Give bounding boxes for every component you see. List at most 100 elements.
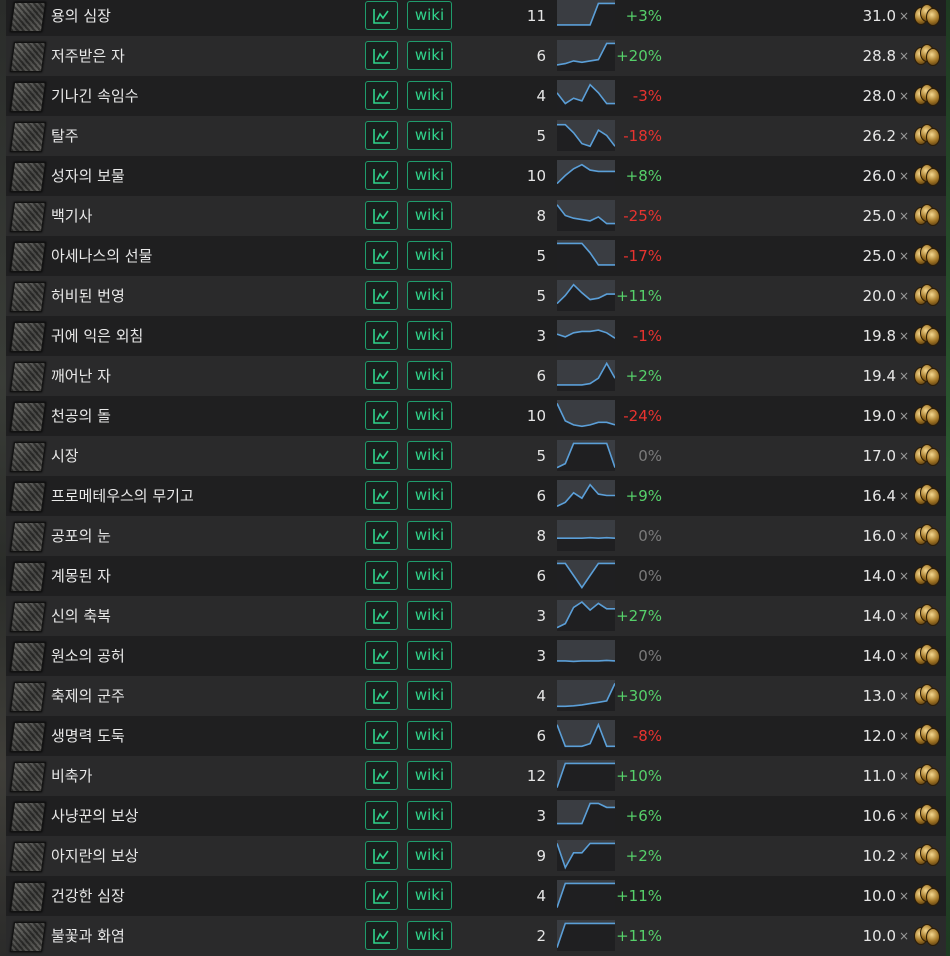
price-history-button[interactable]	[365, 921, 398, 950]
item-name[interactable]: 계몽된 자	[51, 556, 111, 596]
sparkline	[557, 400, 615, 431]
wiki-button[interactable]: wiki	[407, 721, 452, 750]
item-name[interactable]: 아지란의 보상	[51, 836, 139, 876]
item-name[interactable]: 비축가	[51, 756, 92, 796]
sparkline-area	[557, 883, 615, 911]
chaos-price: 26.2	[862, 127, 896, 145]
item-name[interactable]: 사냥꾼의 보상	[51, 796, 139, 836]
item-name[interactable]: 저주받은 자	[51, 36, 125, 76]
wiki-button[interactable]: wiki	[407, 921, 452, 950]
wiki-button[interactable]: wiki	[407, 441, 452, 470]
sparkline	[557, 560, 615, 591]
item-name[interactable]: 천공의 돌	[51, 396, 111, 436]
price-history-button[interactable]	[365, 761, 398, 790]
price-change: -3%	[632, 87, 662, 105]
item-name[interactable]: 백기사	[51, 196, 92, 236]
item-name[interactable]: 생명력 도둑	[51, 716, 125, 756]
item-name[interactable]: 귀에 익은 외침	[51, 316, 143, 356]
wiki-button[interactable]: wiki	[407, 521, 452, 550]
wiki-button[interactable]: wiki	[407, 41, 452, 70]
price-history-button[interactable]	[365, 521, 398, 550]
table-row: 백기사 wiki 8 -25% 25.0 ×	[6, 196, 946, 236]
price-history-button[interactable]	[365, 361, 398, 390]
item-name[interactable]: 건강한 심장	[51, 876, 125, 916]
price-history-button[interactable]	[365, 41, 398, 70]
price-history-button[interactable]	[365, 161, 398, 190]
price-history-button[interactable]	[365, 321, 398, 350]
price-history-button[interactable]	[365, 881, 398, 910]
item-name[interactable]: 성자의 보물	[51, 156, 125, 196]
price-change: +2%	[625, 847, 662, 865]
price-history-button[interactable]	[365, 561, 398, 590]
chaos-orb-icon	[913, 363, 940, 389]
table-row: 아세나스의 선물 wiki 5 -17% 25.0 ×	[6, 236, 946, 276]
divination-card-icon	[9, 2, 47, 32]
price-history-button[interactable]	[365, 841, 398, 870]
price-history-button[interactable]	[365, 441, 398, 470]
listing-count: 5	[536, 447, 546, 465]
price-history-button[interactable]	[365, 801, 398, 830]
wiki-button[interactable]: wiki	[407, 561, 452, 590]
table-row: 허비된 번영 wiki 5 +11% 20.0 ×	[6, 276, 946, 316]
item-name[interactable]: 시장	[51, 436, 79, 476]
line-chart-icon	[372, 89, 390, 104]
listing-count: 3	[536, 327, 546, 345]
item-name[interactable]: 깨어난 자	[51, 356, 111, 396]
price-history-button[interactable]	[365, 401, 398, 430]
chaos-price: 10.6	[862, 807, 896, 825]
listing-count: 6	[536, 367, 546, 385]
chaos-orb-icon	[913, 163, 940, 189]
price-history-button[interactable]	[365, 281, 398, 310]
item-name[interactable]: 신의 축복	[51, 596, 111, 636]
price-history-button[interactable]	[365, 641, 398, 670]
wiki-button[interactable]: wiki	[407, 121, 452, 150]
price-history-button[interactable]	[365, 121, 398, 150]
wiki-button[interactable]: wiki	[407, 841, 452, 870]
listing-count: 5	[536, 247, 546, 265]
wiki-button[interactable]: wiki	[407, 81, 452, 110]
item-name[interactable]: 프로메테우스의 무기고	[51, 476, 194, 516]
price-history-button[interactable]	[365, 721, 398, 750]
divination-card-icon	[9, 562, 47, 592]
wiki-button[interactable]: wiki	[407, 321, 452, 350]
item-name[interactable]: 탈주	[51, 116, 79, 156]
item-name[interactable]: 용의 심장	[51, 0, 111, 36]
wiki-button[interactable]: wiki	[407, 881, 452, 910]
wiki-button[interactable]: wiki	[407, 401, 452, 430]
price-history-button[interactable]	[365, 81, 398, 110]
wiki-button[interactable]: wiki	[407, 201, 452, 230]
table-row: 신의 축복 wiki 3 +27% 14.0 ×	[6, 596, 946, 636]
wiki-button[interactable]: wiki	[407, 241, 452, 270]
wiki-button[interactable]: wiki	[407, 801, 452, 830]
item-name[interactable]: 기나긴 속임수	[51, 76, 139, 116]
item-name[interactable]: 축제의 군주	[51, 676, 125, 716]
sparkline	[557, 40, 615, 71]
table-row: 성자의 보물 wiki 10 +8% 26.0 ×	[6, 156, 946, 196]
price-history-button[interactable]	[365, 601, 398, 630]
line-chart-icon	[372, 529, 390, 544]
price-history-button[interactable]	[365, 681, 398, 710]
wiki-button[interactable]: wiki	[407, 761, 452, 790]
wiki-button[interactable]: wiki	[407, 641, 452, 670]
wiki-button[interactable]: wiki	[407, 1, 452, 30]
sparkline-line	[557, 42, 615, 71]
wiki-button[interactable]: wiki	[407, 161, 452, 190]
price-history-button[interactable]	[365, 1, 398, 30]
sparkline	[557, 320, 615, 351]
item-name[interactable]: 공포의 눈	[51, 516, 111, 556]
wiki-button[interactable]: wiki	[407, 481, 452, 510]
sparkline-line	[557, 283, 615, 311]
item-name[interactable]: 원소의 공허	[51, 636, 125, 676]
price-history-button[interactable]	[365, 481, 398, 510]
wiki-button[interactable]: wiki	[407, 361, 452, 390]
price-history-button[interactable]	[365, 241, 398, 270]
item-name[interactable]: 아세나스의 선물	[51, 236, 152, 276]
wiki-button[interactable]: wiki	[407, 281, 452, 310]
wiki-button[interactable]: wiki	[407, 681, 452, 710]
divination-card-icon	[9, 82, 47, 112]
wiki-button[interactable]: wiki	[407, 601, 452, 630]
line-chart-icon	[372, 689, 390, 704]
item-name[interactable]: 허비된 번영	[51, 276, 125, 316]
item-name[interactable]: 불꽃과 화염	[51, 916, 125, 956]
price-history-button[interactable]	[365, 201, 398, 230]
